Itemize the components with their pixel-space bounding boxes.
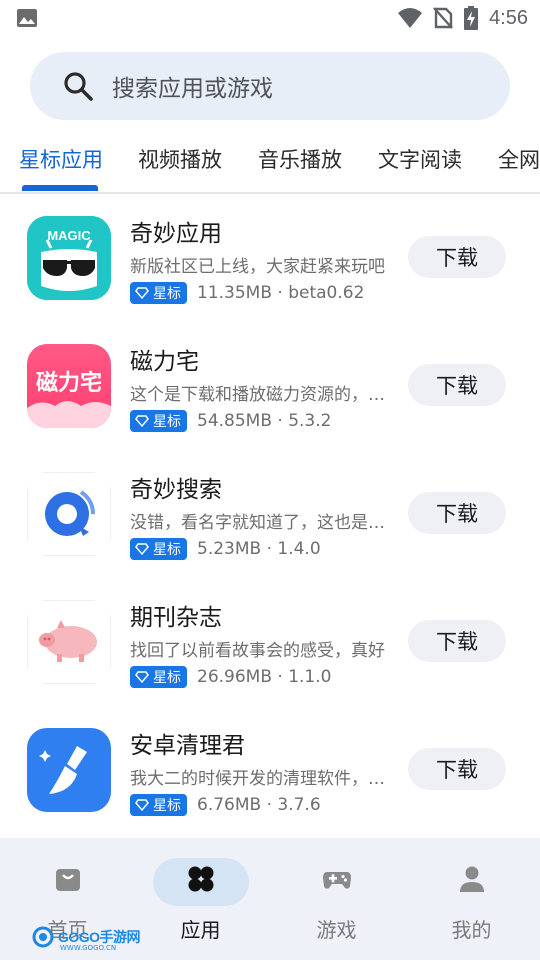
watermark-sub: WWW.GOGO.CN [60, 944, 117, 952]
app-size-version: 5.23MB · 1.4.0 [197, 539, 321, 559]
app-description: 没错，看名字就知道了，这也是奇妙出品 [130, 513, 392, 533]
gogo-logo-icon [32, 926, 54, 948]
broom-app-icon [27, 728, 111, 812]
app-size-version: 26.96MB · 1.1.0 [197, 667, 332, 687]
app-size-version: 6.76MB · 3.7.6 [197, 795, 321, 815]
list-item[interactable]: 期刊杂志 找回了以前看故事会的感受，真好 星标 26.96MB · 1.1.0 … [0, 580, 540, 708]
app-meta: 星标 5.23MB · 1.4.0 [130, 537, 321, 561]
star-badge: 星标 [130, 794, 187, 816]
app-description: 新版社区已上线，大家赶紧来玩吧 [130, 257, 385, 277]
diamond-icon [135, 799, 149, 811]
tab-video-playback[interactable]: 视频播放 [138, 144, 222, 174]
wifi-icon [398, 8, 423, 28]
app-description: 这个是下载和播放磁力资源的，很好用 [130, 385, 392, 405]
star-badge: 星标 [130, 282, 187, 304]
watermark-logo: GOGO手游网 WWW.GOGO.CN [32, 926, 141, 952]
star-badge: 星标 [130, 666, 187, 688]
tab-whole-web[interactable]: 全网 [498, 144, 540, 174]
person-icon [459, 866, 484, 892]
app-meta: 星标 6.76MB · 3.7.6 [130, 793, 321, 817]
list-item[interactable]: MAGIC 奇妙应用 新版社区已上线，大家赶紧来玩吧 星标 11.35MB · … [0, 196, 540, 324]
status-bar: 4:56 [0, 0, 540, 36]
no-sim-icon [433, 7, 453, 29]
app-description: 我大二的时候开发的清理软件，很好用 [130, 769, 392, 789]
nav-label: 应用 [180, 918, 221, 942]
app-meta: 星标 11.35MB · beta0.62 [130, 281, 364, 305]
diamond-icon [135, 543, 149, 555]
app-meta: 星标 54.85MB · 5.3.2 [130, 409, 331, 433]
diamond-icon [135, 287, 149, 299]
search-placeholder: 搜索应用或游戏 [112, 76, 273, 102]
download-button[interactable]: 下载 [408, 620, 506, 662]
diamond-icon [135, 415, 149, 427]
nav-games[interactable]: 游戏 [269, 856, 404, 956]
badge-label: 星标 [153, 414, 181, 430]
app-name: 磁力宅 [130, 349, 199, 375]
tab-music-playback[interactable]: 音乐播放 [258, 144, 342, 174]
app-name: 期刊杂志 [130, 605, 222, 631]
app-meta: 星标 26.96MB · 1.1.0 [130, 665, 331, 689]
nav-label: 我的 [451, 918, 492, 942]
download-button[interactable]: 下载 [408, 492, 506, 534]
image-notification-icon [17, 9, 37, 27]
pig-app-icon [27, 600, 111, 684]
app-description: 找回了以前看故事会的感受，真好 [130, 641, 385, 661]
star-badge: 星标 [130, 410, 187, 432]
app-size-version: 54.85MB · 5.3.2 [197, 411, 332, 431]
tab-starred-apps[interactable]: 星标应用 [19, 144, 103, 174]
download-button[interactable]: 下载 [408, 236, 506, 278]
download-button[interactable]: 下载 [408, 748, 506, 790]
active-tab-indicator [22, 185, 98, 191]
badge-label: 星标 [153, 286, 181, 302]
search-app-icon [27, 472, 111, 556]
badge-label: 星标 [153, 542, 181, 558]
download-button[interactable]: 下载 [408, 364, 506, 406]
clock: 4:56 [489, 6, 528, 29]
magic-app-icon: MAGIC [27, 216, 111, 300]
app-name: 奇妙应用 [130, 221, 222, 247]
apps-grid-icon [188, 866, 213, 892]
badge-label: 星标 [153, 798, 181, 814]
nav-apps[interactable]: 应用 [133, 856, 268, 956]
home-bag-icon [55, 869, 80, 891]
app-name: 奇妙搜索 [130, 477, 222, 503]
nav-mine[interactable]: 我的 [404, 856, 539, 956]
diamond-icon [135, 671, 149, 683]
badge-label: 星标 [153, 670, 181, 686]
app-name: 安卓清理君 [130, 733, 245, 759]
nav-label: 游戏 [316, 918, 357, 942]
star-badge: 星标 [130, 538, 187, 560]
gamepad-icon [322, 872, 351, 889]
magic-icon-text: MAGIC [47, 228, 91, 243]
list-item[interactable]: 磁力宅 磁力宅 这个是下载和播放磁力资源的，很好用 星标 54.85MB · 5… [0, 324, 540, 452]
cilizhai-app-icon: 磁力宅 [27, 344, 111, 428]
tab-text-reading[interactable]: 文字阅读 [378, 144, 462, 174]
search-icon [64, 72, 93, 101]
list-item[interactable]: 安卓清理君 我大二的时候开发的清理软件，很好用 星标 6.76MB · 3.7.… [0, 708, 540, 836]
battery-charging-icon [464, 6, 479, 30]
search-input[interactable]: 搜索应用或游戏 [30, 52, 510, 120]
cilizhai-icon-text: 磁力宅 [36, 370, 102, 396]
list-item[interactable]: 奇妙搜索 没错，看名字就知道了，这也是奇妙出品 星标 5.23MB · 1.4.… [0, 452, 540, 580]
app-size-version: 11.35MB · beta0.62 [197, 283, 365, 303]
category-tabs: 星标应用 视频播放 音乐播放 文字阅读 全网 [0, 130, 540, 194]
